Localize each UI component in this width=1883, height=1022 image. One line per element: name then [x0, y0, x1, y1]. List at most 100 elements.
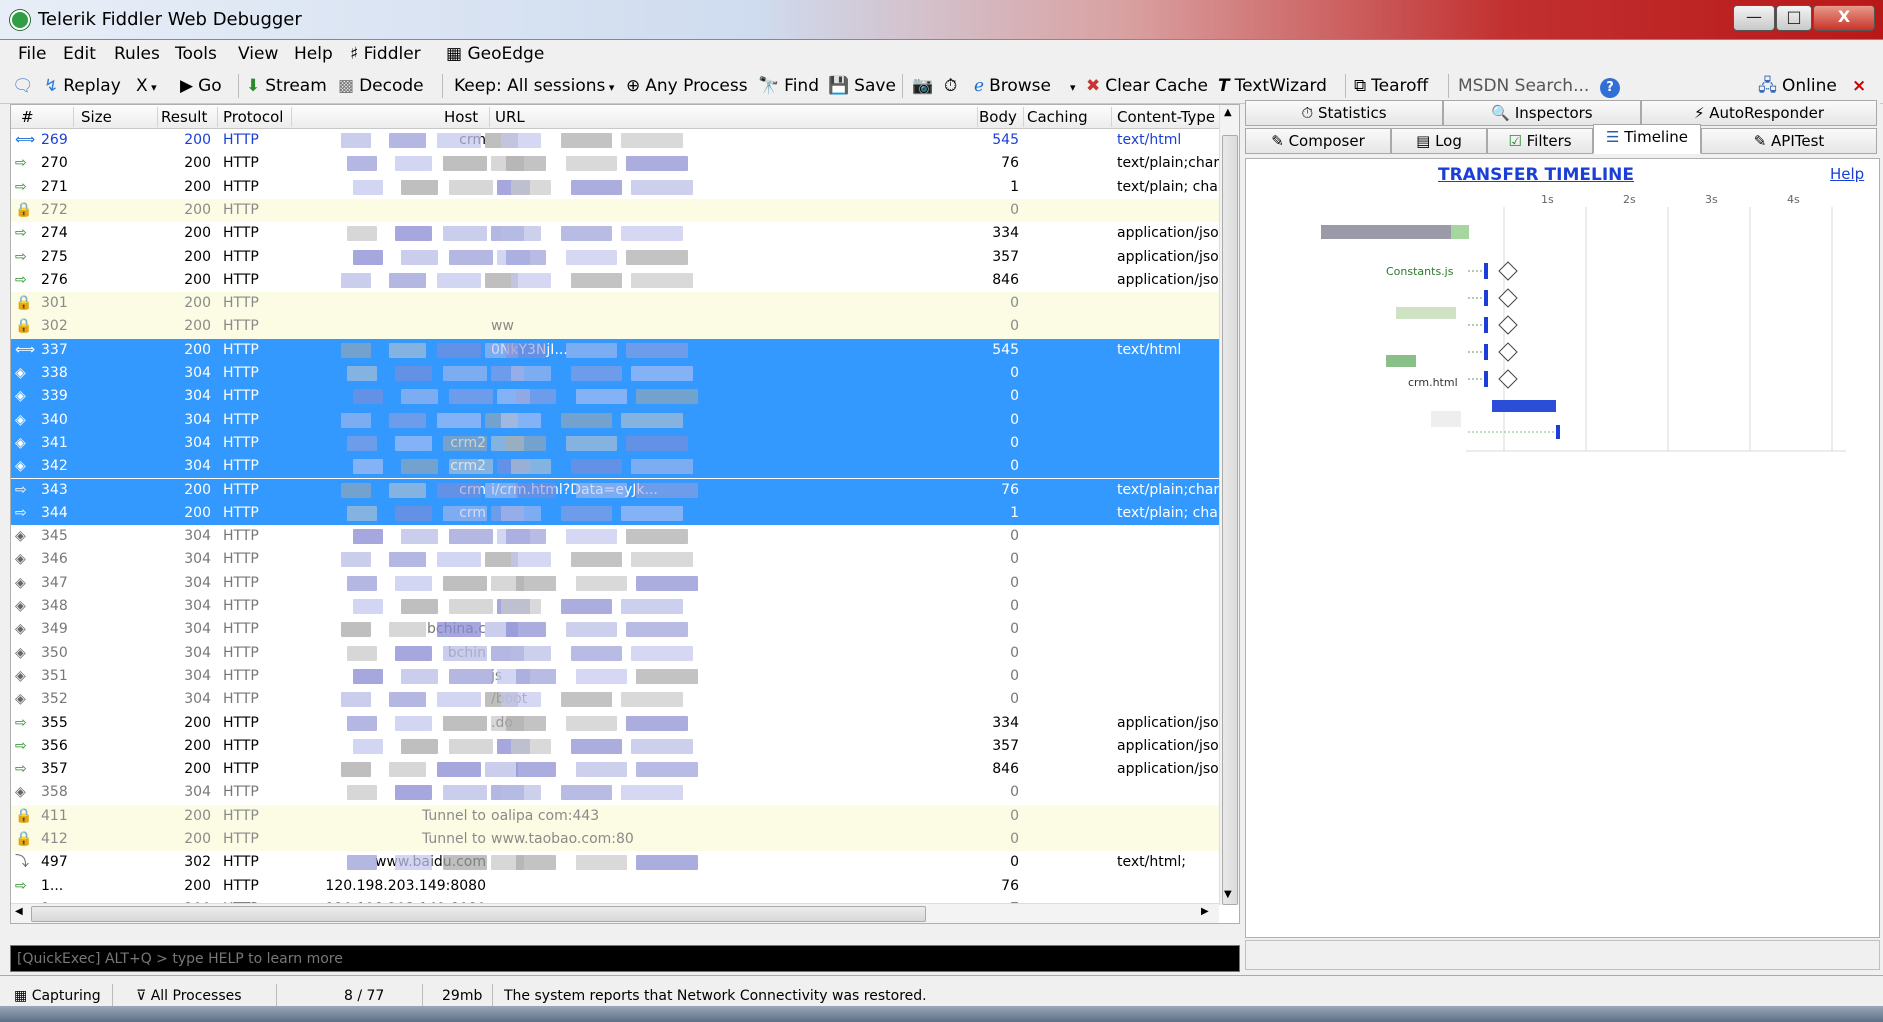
col-header-caching[interactable]: Caching: [1027, 108, 1088, 126]
menu-geoedge[interactable]: ▦ GeoEdge: [446, 44, 544, 64]
table-row[interactable]: ◈352304HTTP/boot0: [11, 688, 1219, 711]
table-row[interactable]: ⇨ 357 200 HTTP 846 application/jso: [11, 758, 1219, 781]
table-row[interactable]: ⟺269200HTTPcrm545text/html: [11, 129, 1219, 152]
menu-view[interactable]: View: [238, 44, 278, 64]
scroll-right-arrow-icon[interactable]: ▶: [1201, 906, 1209, 917]
any-process-button[interactable]: ⊕ Any Process: [626, 73, 748, 99]
timeline-bar-crm[interactable]: [1492, 400, 1556, 412]
decode-button[interactable]: ▩ Decode: [338, 73, 424, 99]
table-row[interactable]: 🔒 301 200 HTTP 0: [11, 292, 1219, 316]
table-row[interactable]: ⇨ 275 200 HTTP 357 application/jso: [11, 246, 1219, 269]
screenshot-button[interactable]: 📷: [912, 73, 938, 99]
table-row[interactable]: ⇨ 356 200 HTTP 357 application/jso: [11, 735, 1219, 758]
vertical-scroll-thumb[interactable]: [1222, 135, 1238, 905]
tab-autoresponder[interactable]: ⚡ AutoResponder: [1641, 100, 1877, 126]
col-header-result[interactable]: Result: [161, 108, 207, 126]
table-row[interactable]: ⇨344200HTTPcrm1text/plain; cha: [11, 501, 1219, 526]
tab-filters[interactable]: ☑ Filters: [1487, 128, 1593, 154]
table-row[interactable]: ◈350304HTTPbchin0: [11, 642, 1219, 665]
timeline-bar[interactable]: [1484, 371, 1488, 387]
tab-composer[interactable]: ✎ Composer: [1245, 128, 1391, 154]
table-row[interactable]: ⇨355200HTTP.do334application/jso: [11, 712, 1219, 735]
table-row[interactable]: ◈ 345 304 HTTP 0: [11, 525, 1219, 548]
timer-button[interactable]: ⏱: [944, 73, 962, 99]
table-row[interactable]: ◈351304HTTPjs0: [11, 665, 1219, 688]
timeline-bar[interactable]: [1484, 290, 1488, 306]
tab-timeline[interactable]: ☰ Timeline: [1593, 124, 1701, 154]
horizontal-scroll-thumb[interactable]: [31, 906, 926, 922]
table-row[interactable]: ⇨ 271 200 HTTP 1 text/plain; cha: [11, 176, 1219, 199]
replay-button[interactable]: ↯ Replay: [44, 73, 121, 99]
menu-rules[interactable]: Rules: [114, 44, 160, 64]
remove-button[interactable]: X ▾: [136, 73, 157, 99]
msdn-search-input[interactable]: MSDN Search...: [1458, 73, 1589, 99]
table-row[interactable]: ◈ 339 304 HTTP 0: [11, 385, 1219, 409]
stream-button[interactable]: ⬇ Stream: [246, 73, 327, 99]
close-toolbar-button[interactable]: ×: [1852, 73, 1866, 99]
col-header-size[interactable]: Size: [81, 108, 112, 126]
clear-cache-button[interactable]: ✖ Clear Cache: [1086, 73, 1208, 99]
table-row[interactable]: ⟺337200HTTP0NkY3NjI...545text/html: [11, 338, 1219, 362]
timeline-bar[interactable]: [1556, 425, 1560, 439]
browse-button[interactable]: ℯ Browse: [974, 73, 1051, 99]
table-row[interactable]: ⇨ 270 200 HTTP 76 text/plain;char: [11, 152, 1219, 175]
online-button[interactable]: 🖧 Online: [1758, 73, 1837, 99]
tab-log[interactable]: ▤ Log: [1391, 128, 1487, 154]
col-header-num[interactable]: #: [21, 108, 34, 126]
table-row[interactable]: ◈342304HTTPcrm20: [11, 455, 1219, 479]
browse-dropdown[interactable]: ▾: [1070, 73, 1076, 99]
quickexec-input[interactable]: [QuickExec] ALT+Q > type HELP to learn m…: [10, 945, 1240, 972]
comment-button[interactable]: 🗨: [12, 73, 39, 99]
table-row[interactable]: ⇨ 1... 200 HTTP 120.198.203.149:8080 76: [11, 875, 1219, 898]
minimize-button[interactable]: —: [1733, 5, 1775, 31]
table-row[interactable]: 🔒 272 200 HTTP 0: [11, 198, 1219, 223]
table-row[interactable]: 🔒 412 200 HTTP Tunnel to www.taobao.com:80 0: [11, 828, 1219, 852]
go-button[interactable]: ▶ Go: [180, 73, 222, 99]
table-row[interactable]: ◈349304HTTPbchina.c0: [11, 618, 1219, 641]
find-button[interactable]: 🔭 Find: [758, 73, 819, 99]
horizontal-scrollbar[interactable]: ◀ ▶: [11, 903, 1219, 923]
col-header-body[interactable]: Body: [979, 108, 1017, 126]
timeline-bar[interactable]: [1484, 344, 1488, 360]
process-filter[interactable]: ⊽ All Processes: [136, 985, 242, 1007]
timeline-help-link[interactable]: Help: [1830, 165, 1864, 183]
maximize-button[interactable]: □: [1776, 5, 1812, 31]
vertical-scrollbar[interactable]: ▲ ▼: [1219, 105, 1239, 905]
textwizard-button[interactable]: T TextWizard: [1218, 73, 1327, 99]
scroll-left-arrow-icon[interactable]: ◀: [15, 906, 23, 917]
table-row[interactable]: ◈ 340 304 HTTP 0: [11, 408, 1219, 432]
table-row[interactable]: ◈ 347 304 HTTP 0: [11, 572, 1219, 595]
tab-inspectors[interactable]: 🔍 Inspectors: [1443, 100, 1641, 126]
table-row[interactable]: 🔒 411 200 HTTP Tunnel to oalipa com:443 0: [11, 804, 1219, 828]
table-row[interactable]: 🔒 302 200 HTTP ww 0: [11, 315, 1219, 339]
col-header-protocol[interactable]: Protocol: [223, 108, 283, 126]
table-row[interactable]: ⇨343200HTTPcrmi/crm.html?Data=eyJk...76t…: [11, 478, 1219, 502]
col-header-url[interactable]: URL: [495, 108, 525, 126]
table-row[interactable]: ⤵497302HTTPwww.baidu.com0text/html;: [11, 851, 1219, 874]
close-window-button[interactable]: X: [1813, 5, 1875, 31]
timeline-bar[interactable]: [1484, 263, 1488, 279]
menu-edit[interactable]: Edit: [63, 44, 96, 64]
menu-tools[interactable]: Tools: [175, 44, 217, 64]
table-row[interactable]: ⇨ 276 200 HTTP 846 application/jso: [11, 269, 1219, 292]
tab-apitest[interactable]: ✎ APITest: [1701, 128, 1877, 154]
help-button[interactable]: ?: [1600, 73, 1620, 99]
table-row[interactable]: ◈ 338 304 HTTP 0: [11, 362, 1219, 386]
scroll-up-arrow-icon[interactable]: ▲: [1224, 107, 1232, 118]
keep-sessions-dropdown[interactable]: Keep: All sessions ▾: [454, 73, 614, 99]
save-button[interactable]: 💾 Save: [828, 73, 896, 99]
scroll-down-arrow-icon[interactable]: ▼: [1224, 889, 1232, 900]
tab-statistics[interactable]: ⏱ Statistics: [1245, 100, 1443, 126]
menu-fiddler[interactable]: ♯ Fiddler: [350, 44, 421, 64]
table-row[interactable]: ⇨ 274 200 HTTP 334 application/jso: [11, 222, 1219, 245]
timeline-bar[interactable]: [1484, 317, 1488, 333]
table-row[interactable]: ◈ 358 304 HTTP 0: [11, 781, 1219, 804]
table-row[interactable]: ◈ 346 304 HTTP 0: [11, 548, 1219, 571]
tearoff-button[interactable]: ⧉ Tearoff: [1354, 73, 1428, 99]
table-row[interactable]: ◈341304HTTPcrm20: [11, 431, 1219, 456]
table-row[interactable]: ◈ 348 304 HTTP 0: [11, 595, 1219, 618]
menu-help[interactable]: Help: [294, 44, 333, 64]
menu-file[interactable]: File: [18, 44, 46, 64]
capturing-indicator[interactable]: ▦ Capturing: [14, 985, 101, 1007]
col-header-host[interactable]: Host: [444, 108, 478, 126]
